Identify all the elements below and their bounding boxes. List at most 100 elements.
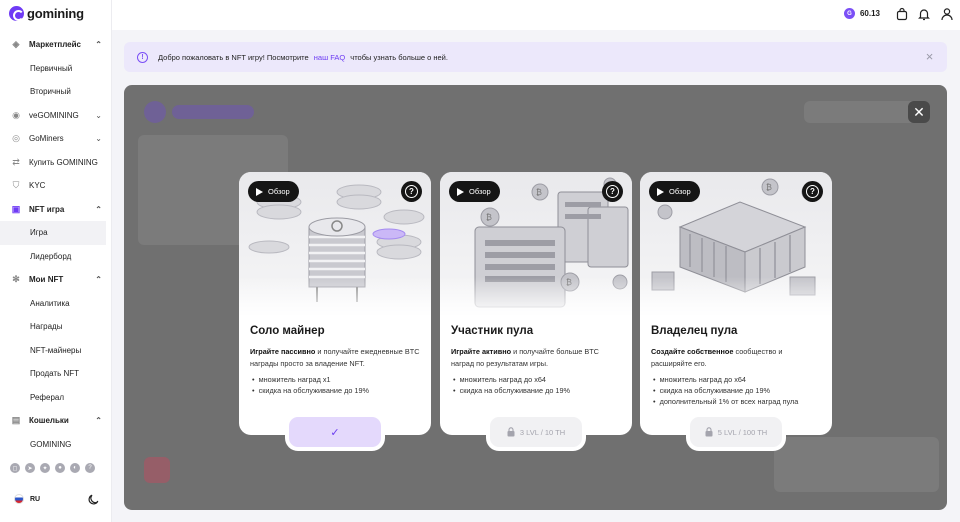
sidebar-item-marketplace[interactable]: ◈ Маркетплейс ⌃ [0, 33, 112, 57]
checkmark-icon: ✓ [330, 426, 340, 439]
sidebar-item-nft-miners[interactable]: NFT-майнеры [0, 339, 112, 363]
locked-pool-owner-button[interactable]: 5 LVL / 100 TH [690, 417, 782, 447]
moon-icon[interactable] [88, 493, 100, 505]
review-button[interactable]: Обзор [248, 181, 299, 202]
card-title: Участник пула [451, 325, 534, 337]
sidebar-item-label: Продать NFT [30, 369, 80, 379]
sidebar-item-label: Маркетплейс [29, 40, 81, 50]
gear-icon: ✻ [12, 274, 20, 285]
sidebar-item-label: GoMiners [29, 134, 64, 144]
card-illustration: ₿₿ Обзор ? [640, 172, 832, 317]
sidebar-item-label: GOMINING [30, 439, 72, 449]
svg-text:₿: ₿ [486, 213, 492, 222]
sidebar-item-my-nft[interactable]: ✻ Мои NFT ⌃ [0, 268, 112, 292]
sidebar-item-gomining-wallet[interactable]: GOMINING [0, 433, 112, 457]
card-title: Владелец пула [651, 325, 738, 337]
user-icon[interactable] [940, 7, 954, 21]
sidebar-nav: ◈ Маркетплейс ⌃ Первичный Вторичный ◉ ve… [0, 33, 112, 456]
ghost-avatar [144, 101, 166, 123]
help-button[interactable]: ? [802, 181, 823, 202]
card-description: Создайте собственное сообщество и расшир… [651, 346, 823, 369]
faq-banner: ! Добро пожаловать в NFT игру! Посмотрит… [124, 42, 947, 72]
card-illustration: Обзор ? [239, 172, 431, 317]
chevron-down-icon: ⌄ [95, 134, 102, 144]
bell-icon[interactable] [917, 7, 931, 21]
chevron-up-icon: ⌃ [95, 275, 102, 285]
chevron-up-icon: ⌃ [95, 40, 102, 50]
logo[interactable]: gomining [9, 6, 84, 21]
review-button[interactable]: Обзор [649, 181, 700, 202]
sidebar: gomining ◈ Маркетплейс ⌃ Первичный Втори… [0, 0, 112, 522]
level-requirement: 3 LVL / 10 TH [519, 427, 566, 437]
sidebar-item-analytics[interactable]: Аналитика [0, 292, 112, 316]
list-item: множитель наград до x64 [653, 374, 798, 385]
sidebar-item-vegomining[interactable]: ◉ veGOMINING ⌄ [0, 104, 112, 128]
sidebar-item-label: Реферал [30, 392, 65, 402]
role-card-pool-member[interactable]: ₿ ₿ ₿ Обзор ? Участник пула Играйте активн… [440, 172, 632, 435]
lock-icon [507, 427, 515, 437]
language-switcher[interactable]: RU [14, 494, 40, 504]
review-label: Обзор [469, 187, 491, 196]
play-icon [457, 187, 464, 196]
top-bar: G 60.13 [112, 0, 960, 30]
role-card-pool-owner[interactable]: ₿₿ Обзор ? Владелец пула Создайте собств… [640, 172, 832, 435]
faq-link[interactable]: наш FAQ [314, 53, 345, 62]
card-bullets: множитель наград x1 скидка на обслуживан… [252, 374, 369, 396]
question-icon: ? [405, 185, 418, 198]
gomining-coin-icon: G [843, 8, 855, 19]
card-desc-bold: Играйте пассивно [250, 347, 316, 356]
card-description: Играйте пассивно и получайте ежедневные … [250, 346, 422, 369]
sidebar-item-game[interactable]: Игра [0, 221, 106, 245]
gamepad-icon: ▣ [11, 203, 21, 214]
chevron-up-icon: ⌃ [95, 204, 102, 214]
instagram-icon[interactable]: ◻ [10, 463, 20, 473]
sidebar-item-label: Мои NFT [29, 275, 64, 285]
social-links: ◻ ➤ ✦ ● ◐ ? [10, 463, 95, 473]
close-icon[interactable]: × [923, 50, 936, 63]
banner-text-after: чтобы узнать больше о ней. [350, 52, 448, 62]
sidebar-item-secondary[interactable]: Вторичный [0, 80, 112, 104]
telegram-icon[interactable]: ➤ [25, 463, 35, 473]
twitter-icon[interactable]: ✦ [40, 463, 50, 473]
sidebar-item-label: Награды [30, 322, 63, 332]
role-card-solo-miner[interactable]: Обзор ? Соло майнер Играйте пассивно и п… [239, 172, 431, 435]
review-label: Обзор [669, 187, 691, 196]
sidebar-item-label: Лидерборд [30, 251, 72, 261]
exchange-icon: ⇄ [12, 156, 20, 167]
sidebar-item-primary[interactable]: Первичный [0, 57, 112, 81]
sidebar-item-nft-game[interactable]: ▣ NFT игра ⌃ [0, 198, 112, 222]
balance-display[interactable]: G 60.13 [843, 8, 880, 19]
card-title: Соло майнер [250, 325, 325, 337]
help-button[interactable]: ? [602, 181, 623, 202]
sidebar-item-wallets[interactable]: ▤ Кошельки ⌃ [0, 409, 112, 433]
locked-pool-member-button[interactable]: 3 LVL / 10 TH [490, 417, 582, 447]
info-icon: ! [137, 51, 148, 63]
card-bullets: множитель наград до x64 скидка на обслуж… [653, 374, 799, 408]
select-solo-miner-button[interactable]: ✓ [289, 417, 381, 447]
list-item: множитель наград x1 [252, 374, 369, 385]
help-icon[interactable]: ? [85, 463, 95, 473]
help-button[interactable]: ? [401, 181, 422, 202]
sidebar-item-buy-gomining[interactable]: ⇄ Купить GOMINING [0, 151, 112, 175]
discord-icon[interactable]: ● [55, 463, 65, 473]
review-button[interactable]: Обзор [449, 181, 500, 202]
banner-text-before: Добро пожаловать в NFT игру! Посмотрите [158, 52, 309, 62]
sidebar-item-leaderboard[interactable]: Лидерборд [0, 245, 112, 269]
lock-icon [705, 427, 713, 437]
chevron-up-icon: ⌃ [95, 416, 102, 426]
shopping-bag-icon[interactable] [895, 7, 909, 21]
modal-close-button[interactable]: ✕ [908, 101, 930, 123]
list-item: дополнительный 1% от всех наград пула [653, 396, 799, 407]
question-icon: ? [806, 185, 819, 198]
sidebar-item-kyc[interactable]: ⛉ KYC [0, 174, 112, 198]
users-icon: ◎ [12, 133, 20, 144]
sidebar-item-label: KYC [29, 181, 46, 191]
reddit-icon[interactable]: ◐ [70, 463, 80, 473]
sidebar-item-sell-nft[interactable]: Продать NFT [0, 362, 112, 386]
sidebar-item-label: Вторичный [30, 87, 71, 97]
sidebar-item-rewards[interactable]: Награды [0, 315, 112, 339]
sidebar-item-gominers[interactable]: ◎ GoMiners ⌄ [0, 127, 112, 151]
ghost-token [144, 457, 170, 483]
sidebar-item-referral[interactable]: Реферал [0, 386, 112, 410]
logo-text: gomining [27, 6, 84, 21]
